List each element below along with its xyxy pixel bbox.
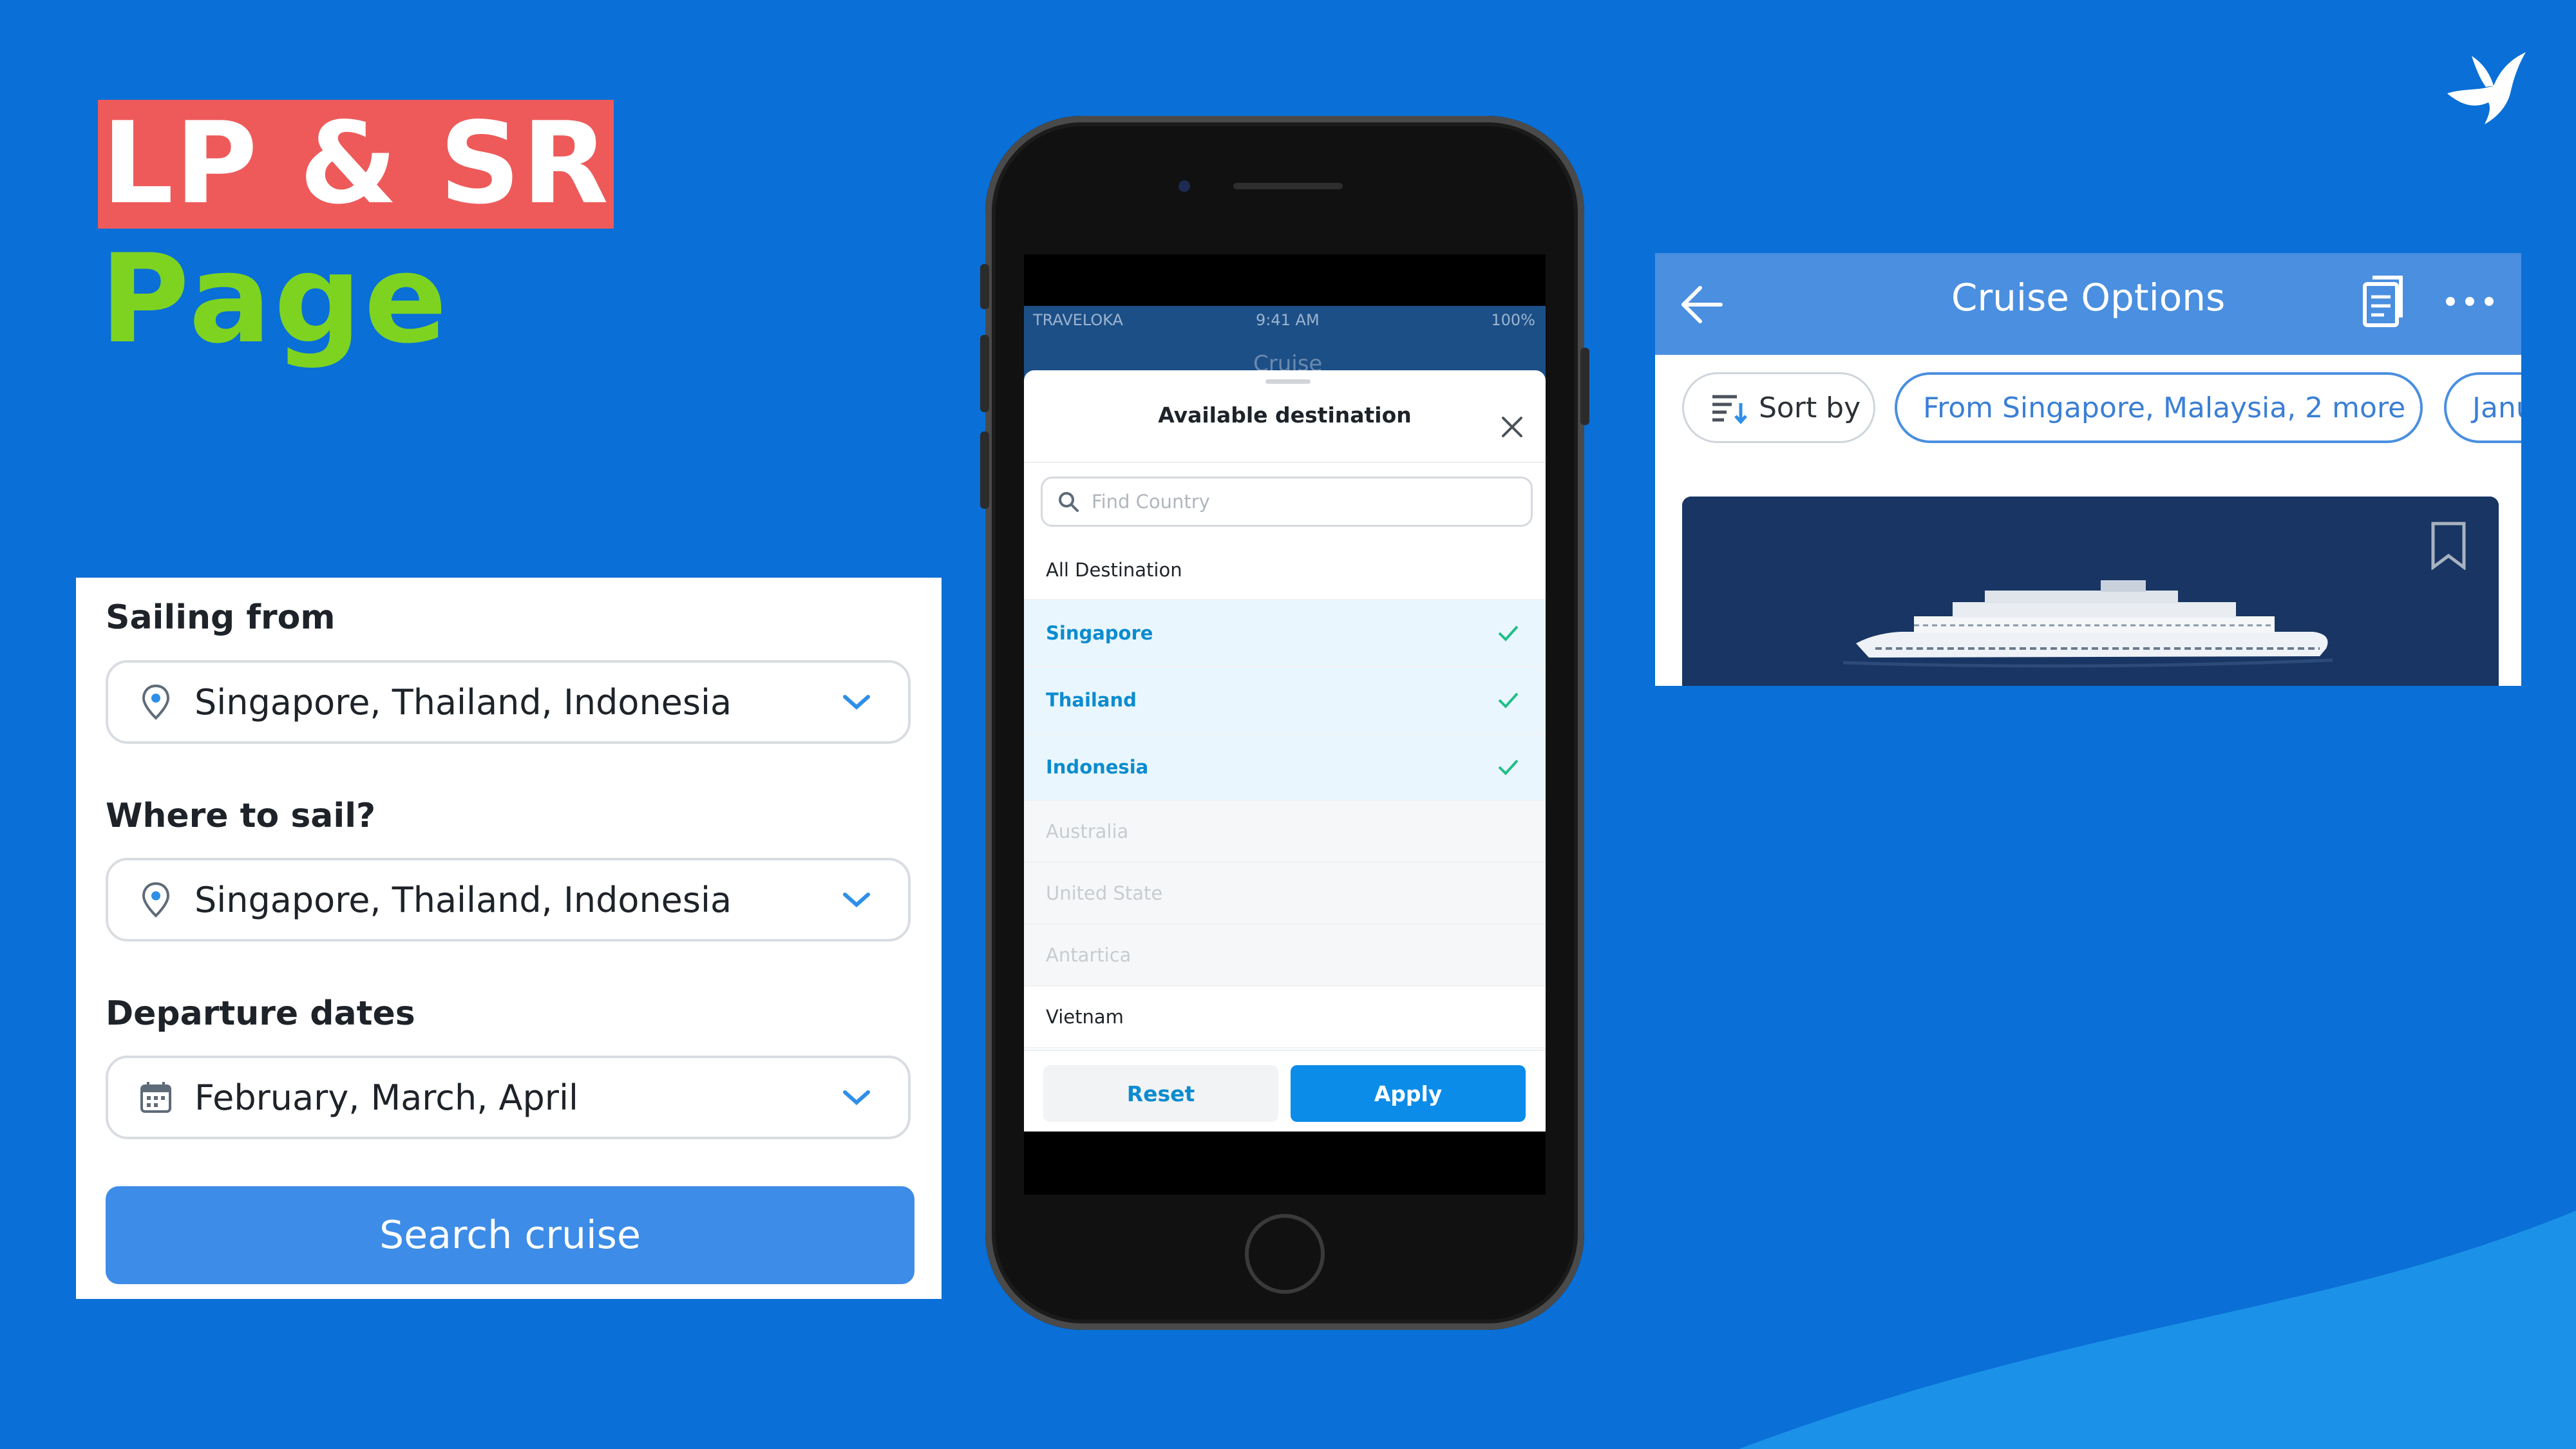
close-icon[interactable] xyxy=(1499,414,1525,440)
destination-label: Indonesia xyxy=(1046,756,1149,778)
sort-icon xyxy=(1712,395,1747,424)
slide-title-line2: Page xyxy=(100,228,450,370)
reset-button[interactable]: Reset xyxy=(1043,1065,1278,1122)
destination-label: Thailand xyxy=(1046,689,1137,711)
date-filter-label: Janu xyxy=(2472,391,2521,424)
departure-dates-label: Departure dates xyxy=(106,994,415,1033)
phone-volume-up xyxy=(980,335,989,412)
phone-volume-down xyxy=(980,431,989,509)
bookmark-icon[interactable] xyxy=(2429,521,2468,570)
sheet-title: Available destination xyxy=(1158,402,1412,428)
saved-list-icon[interactable] xyxy=(2357,272,2409,330)
where-to-sail-label: Where to sail? xyxy=(106,797,376,835)
front-camera xyxy=(1179,180,1190,192)
origin-filter-chip[interactable]: From Singapore, Malaysia, 2 more xyxy=(1895,372,2423,443)
where-to-sail-field[interactable]: Singapore, Thailand, Indonesia xyxy=(106,858,911,942)
chevron-down-icon xyxy=(843,1090,870,1106)
cruise-options-panel: Cruise Options Sort by From Singapore, M… xyxy=(1655,253,2521,686)
destination-item-antartica: Antartica xyxy=(1024,925,1546,987)
destination-label: Vietnam xyxy=(1046,1006,1124,1028)
location-pin-icon xyxy=(142,684,170,720)
destination-item-all[interactable]: All Destination xyxy=(1024,541,1546,600)
more-dots-icon[interactable] xyxy=(2441,289,2499,314)
destination-label: United State xyxy=(1046,882,1163,904)
find-country-search[interactable] xyxy=(1041,477,1533,527)
find-country-input[interactable] xyxy=(1090,490,1479,513)
sailing-from-value: Singapore, Thailand, Indonesia xyxy=(194,681,732,723)
traveloka-bird-logo-icon xyxy=(2447,52,2526,124)
sailing-from-label: Sailing from xyxy=(106,598,336,637)
where-to-sail-value: Singapore, Thailand, Indonesia xyxy=(194,879,732,920)
chevron-down-icon xyxy=(2418,407,2420,408)
apply-button[interactable]: Apply xyxy=(1291,1065,1526,1122)
sheet-divider xyxy=(1024,462,1546,463)
calendar-icon xyxy=(140,1082,171,1113)
destination-bottom-sheet: Available destination All Destination Si… xyxy=(1024,370,1546,1132)
phone-home-button xyxy=(1245,1214,1325,1294)
phone-screen: TRAVELOKA 9:41 AM 100% Cruise Available … xyxy=(1024,254,1546,1195)
departure-dates-field[interactable]: February, March, April xyxy=(106,1056,911,1139)
check-icon xyxy=(1498,625,1519,641)
search-cruise-button[interactable]: Search cruise xyxy=(106,1186,914,1284)
cruise-options-header: Cruise Options xyxy=(1655,253,2521,355)
search-icon xyxy=(1059,492,1079,512)
phone-power-button xyxy=(1580,348,1589,425)
origin-filter-label: From Singapore, Malaysia, 2 more xyxy=(1923,391,2406,424)
status-carrier: TRAVELOKA xyxy=(1033,311,1123,329)
phone-mute-switch xyxy=(980,264,989,309)
chevron-down-icon xyxy=(843,893,870,908)
date-filter-chip[interactable]: Janu xyxy=(2444,372,2521,443)
sort-by-label: Sort by xyxy=(1759,391,1861,424)
destination-item-united-state: United State xyxy=(1024,863,1546,925)
destination-label: Singapore xyxy=(1046,622,1153,644)
departure-dates-value: February, March, April xyxy=(194,1077,578,1118)
slide-title-line1: LP & SR xyxy=(98,100,614,229)
chevron-down-icon xyxy=(843,695,870,710)
cruise-search-form: Sailing from Singapore, Thailand, Indone… xyxy=(76,578,942,1299)
destination-list: All Destination Singapore Thailand Indon… xyxy=(1024,541,1546,1048)
check-icon xyxy=(1498,759,1519,775)
destination-label: All Destination xyxy=(1046,559,1182,581)
destination-item-australia: Australia xyxy=(1024,801,1546,863)
sheet-footer: Reset Apply xyxy=(1024,1050,1546,1132)
cruise-ship-image[interactable] xyxy=(1682,497,2499,686)
phone-mockup: TRAVELOKA 9:41 AM 100% Cruise Available … xyxy=(980,116,1589,1330)
status-battery: 100% xyxy=(1491,311,1535,329)
sort-by-chip[interactable]: Sort by xyxy=(1682,372,1875,443)
cruise-ship-illustration xyxy=(1682,497,2499,686)
sheet-drag-handle[interactable] xyxy=(1265,379,1311,384)
destination-item-indonesia[interactable]: Indonesia xyxy=(1024,734,1546,801)
filter-chips-bar: Sort by From Singapore, Malaysia, 2 more… xyxy=(1655,355,2521,455)
destination-item-singapore[interactable]: Singapore xyxy=(1024,600,1546,667)
destination-item-vietnam[interactable]: Vietnam xyxy=(1024,987,1546,1048)
sailing-from-field[interactable]: Singapore, Thailand, Indonesia xyxy=(106,660,911,744)
status-time: 9:41 AM xyxy=(1256,311,1320,329)
destination-item-thailand[interactable]: Thailand xyxy=(1024,667,1546,734)
earpiece-speaker xyxy=(1233,183,1343,189)
destination-label: Antartica xyxy=(1046,944,1132,966)
location-pin-icon xyxy=(142,882,170,918)
check-icon xyxy=(1498,692,1519,708)
destination-label: Australia xyxy=(1046,820,1129,842)
